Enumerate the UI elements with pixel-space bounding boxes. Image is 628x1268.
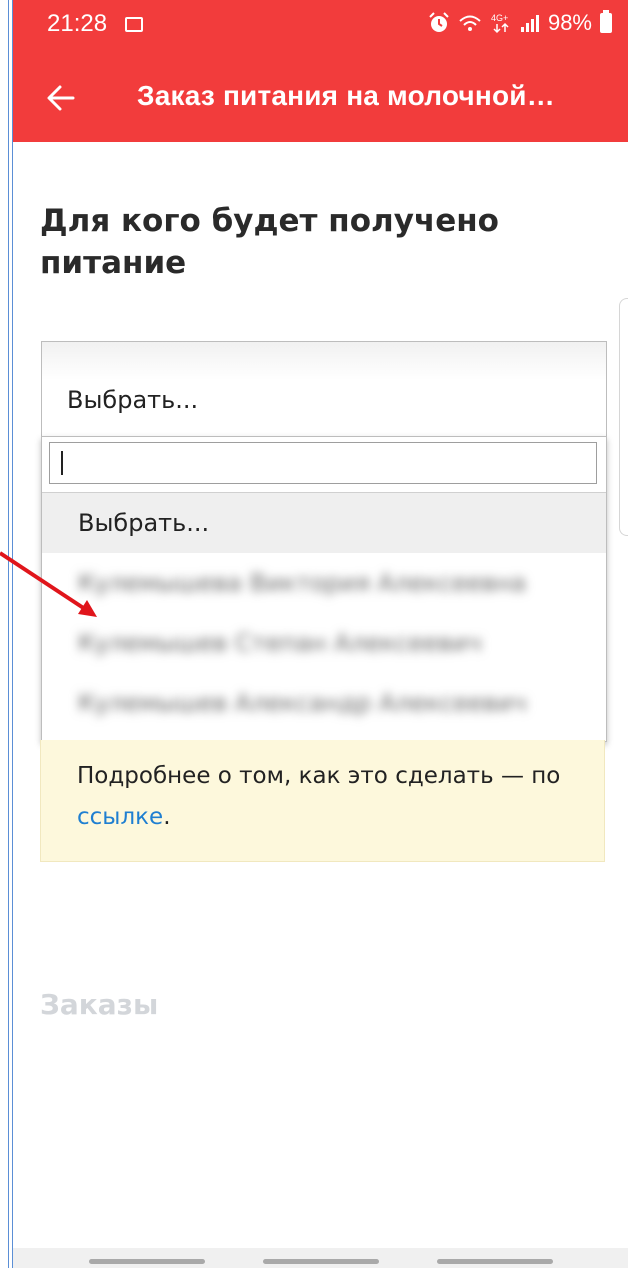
dropdown-option-label: Кулемышева Виктория Алексеевна xyxy=(78,569,527,597)
4g-icon: 4G+ xyxy=(491,13,509,34)
battery-icon xyxy=(600,10,612,33)
page-title: Заказ питания на молочной… xyxy=(137,80,555,111)
dropdown-option[interactable]: Кулемышев Степан Алексеевич xyxy=(42,613,606,673)
select-dropdown: Выбрать... Кулемышева Виктория Алексеевн… xyxy=(41,436,607,742)
alarm-icon xyxy=(429,12,449,32)
dropdown-option-label: Кулемышев Степан Алексеевич xyxy=(78,629,482,657)
text-caret xyxy=(61,451,63,475)
section-title: Для кого будет получено питание xyxy=(40,203,499,281)
system-nav-bar xyxy=(13,1248,628,1268)
signal-icon xyxy=(520,15,539,32)
app-toolbar: Заказ питания на молочной… xyxy=(13,56,628,142)
dropdown-option[interactable]: Кулемышев Александр Алексеевич xyxy=(42,673,606,733)
dropdown-option[interactable]: Кулемышева Виктория Алексеевна xyxy=(42,553,606,613)
dropdown-option[interactable]: Выбрать... xyxy=(42,493,606,553)
left-border-line xyxy=(8,0,9,1268)
select-current-value: Выбрать... xyxy=(67,386,199,414)
app-screen: 21:28 4G+ 98% Заказ питания на молочной…… xyxy=(13,0,628,1268)
arrow-left-icon xyxy=(47,85,75,111)
nav-home-button[interactable] xyxy=(263,1259,379,1264)
dropdown-search-input[interactable] xyxy=(49,442,597,484)
edge-panel-handle[interactable] xyxy=(619,298,628,536)
wifi-icon xyxy=(459,15,481,31)
dropdown-option-label: Кулемышев Александр Алексеевич xyxy=(78,689,527,717)
battery-percent: 98% xyxy=(547,10,592,35)
orders-heading: Заказы xyxy=(40,988,159,1021)
info-text-end: . xyxy=(163,804,171,830)
nav-recents-button[interactable] xyxy=(89,1259,205,1264)
info-text: Подробнее о том, как это сделать — по сс… xyxy=(77,756,587,838)
image-icon xyxy=(125,17,143,32)
status-time: 21:28 xyxy=(47,10,108,37)
info-text-start: Подробнее о том, как это сделать — по xyxy=(77,763,561,789)
svg-text:4G+: 4G+ xyxy=(491,13,508,23)
info-notice: Подробнее о том, как это сделать — по сс… xyxy=(40,740,605,862)
dropdown-option-label: Выбрать... xyxy=(78,509,210,537)
recipient-select[interactable]: Выбрать... xyxy=(41,341,607,438)
nav-back-button[interactable] xyxy=(437,1259,553,1264)
status-bar: 21:28 4G+ 98% xyxy=(13,0,628,56)
status-icons: 4G+ 98% xyxy=(428,10,612,36)
left-window-border xyxy=(0,0,14,1268)
back-button[interactable] xyxy=(37,74,85,122)
info-link[interactable]: ссылке xyxy=(77,804,163,830)
